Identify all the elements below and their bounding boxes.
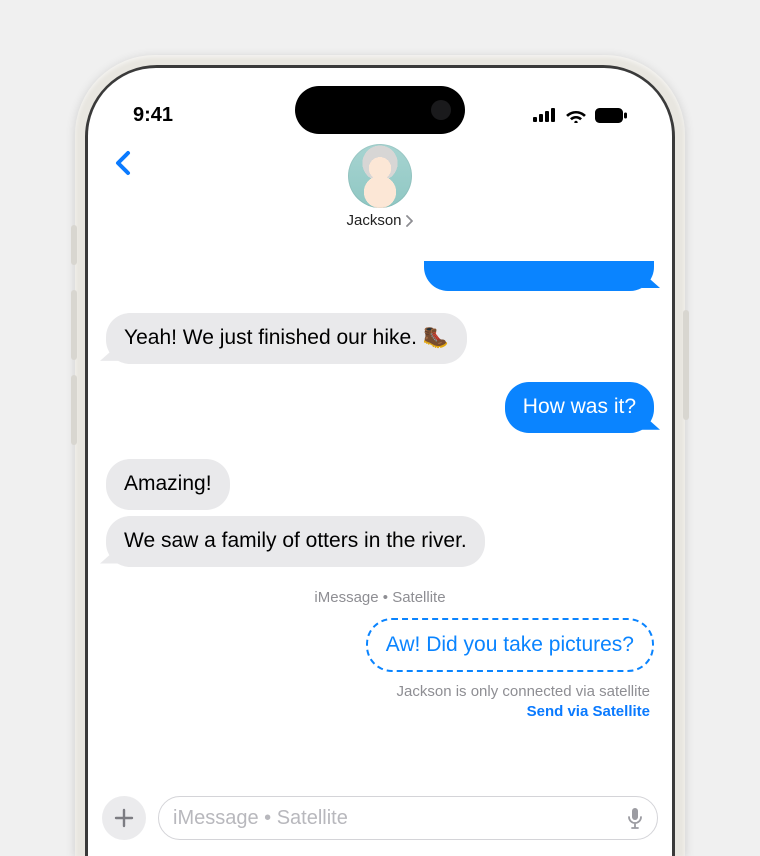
contact-name-label: Jackson bbox=[346, 212, 401, 229]
battery-icon bbox=[595, 108, 627, 123]
dynamic-island bbox=[295, 86, 465, 134]
back-button[interactable] bbox=[108, 148, 138, 178]
pending-message[interactable]: Aw! Did you take pictures? bbox=[366, 618, 654, 673]
composer: iMessage • Satellite bbox=[88, 786, 672, 856]
sent-message-partial[interactable] bbox=[424, 261, 654, 291]
power-button bbox=[683, 310, 689, 420]
satellite-note: Jackson is only connected via satellite bbox=[106, 682, 650, 702]
plus-icon bbox=[114, 808, 134, 828]
message-input[interactable]: iMessage • Satellite bbox=[158, 796, 658, 840]
received-message[interactable]: We saw a family of otters in the river. bbox=[106, 516, 485, 567]
received-message[interactable]: Amazing! bbox=[106, 459, 230, 510]
status-time: 9:41 bbox=[133, 104, 173, 127]
message-thread[interactable]: Yeah! We just finished our hike. 🥾 How w… bbox=[88, 213, 672, 786]
sent-message[interactable]: How was it? bbox=[505, 382, 654, 433]
chevron-right-icon bbox=[404, 215, 414, 227]
volume-down-button bbox=[71, 375, 77, 445]
avatar bbox=[348, 144, 412, 208]
add-attachment-button[interactable] bbox=[102, 796, 146, 840]
received-message[interactable]: Yeah! We just finished our hike. 🥾 bbox=[106, 313, 467, 364]
contact-info[interactable]: Jackson bbox=[346, 144, 413, 230]
side-button bbox=[71, 225, 77, 265]
conversation-header: Jackson bbox=[88, 138, 672, 253]
input-placeholder: iMessage • Satellite bbox=[173, 807, 348, 830]
cellular-icon bbox=[533, 108, 557, 122]
dictate-icon[interactable] bbox=[627, 807, 643, 829]
phone-frame: 9:41 Jackson Yea bbox=[75, 55, 685, 856]
volume-up-button bbox=[71, 290, 77, 360]
wifi-icon bbox=[565, 107, 587, 123]
screen: 9:41 Jackson Yea bbox=[88, 68, 672, 856]
send-via-satellite-button[interactable]: Send via Satellite bbox=[106, 702, 650, 722]
delivery-meta: iMessage • Satellite bbox=[106, 589, 654, 606]
